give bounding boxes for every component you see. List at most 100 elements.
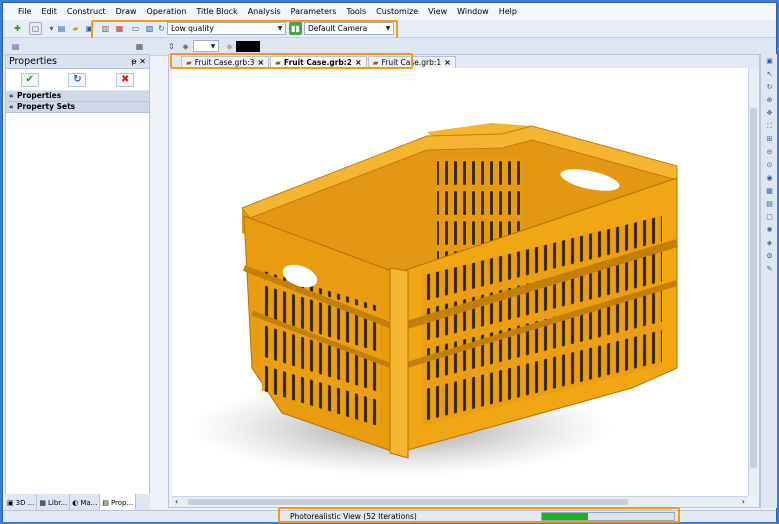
vertical-scrollbar[interactable]	[748, 68, 758, 496]
menu-operation[interactable]: Operation	[142, 7, 192, 16]
pin-close-icon[interactable]: ᵽ ✕	[131, 55, 146, 69]
properties-panel: Properties ᵽ ✕ ✔ ↻ ✖ «Properties «Proper…	[5, 54, 150, 511]
menu-customize[interactable]: Customize	[371, 7, 423, 16]
panel-title: Properties ᵽ ✕	[6, 55, 149, 69]
color-swatch[interactable]	[236, 41, 260, 52]
panel-title-text: Properties	[9, 56, 58, 67]
window-icon[interactable]: ▭	[129, 22, 142, 35]
scroll-thumb[interactable]	[750, 108, 757, 468]
layers-icon[interactable]: ▤	[763, 198, 776, 210]
main-toolbar: ✚ ▢ ▾ ▤ ▰ ▣ ▥ ▦ ▭ ▨ ↻ Low quality ▼ ▮▮ D…	[3, 20, 776, 38]
tools-icon[interactable]: ✎	[763, 263, 776, 275]
close-icon: ✖	[120, 74, 130, 85]
materials-icon: ◐	[72, 498, 79, 507]
doc-tab-1[interactable]: ▰ Fruit Case.grb:1 ×	[367, 56, 456, 68]
camera-select[interactable]: Default Camera ▼	[304, 22, 394, 35]
doc-tab-2[interactable]: ▰ Fruit Case.grb:2 ×	[270, 56, 367, 68]
save-icon[interactable]: ▣	[83, 22, 96, 35]
menu-file[interactable]: File	[13, 7, 36, 16]
pin-icon[interactable]: ▤	[9, 40, 22, 53]
menu-parameters[interactable]: Parameters	[286, 7, 342, 16]
pan-icon[interactable]: ✥	[763, 107, 776, 119]
rotate-icon[interactable]: ↻	[763, 81, 776, 93]
menu-view[interactable]: View	[423, 7, 452, 16]
status-bar: Photorealistic View (52 Iterations)	[3, 510, 776, 522]
section-property-sets[interactable]: «Property Sets	[6, 102, 149, 113]
grid-icon[interactable]: ▦	[763, 185, 776, 197]
section-label: Property Sets	[17, 102, 76, 111]
settings-icon[interactable]: ⚙	[763, 250, 776, 262]
fruit-crate-render	[192, 123, 679, 476]
chevron-left-icon[interactable]: ‹	[175, 497, 178, 506]
scroll-thumb[interactable]	[188, 499, 628, 505]
menu-edit[interactable]: Edit	[36, 7, 62, 16]
pen-icon[interactable]: ◆	[223, 40, 236, 53]
material-icon[interactable]: ◈	[763, 237, 776, 249]
horizontal-scrollbar[interactable]: ‹ ›	[172, 496, 748, 506]
tab-label: 3D ...	[15, 498, 35, 507]
menu-bar: File Edit Construct Draw Operation Title…	[3, 3, 776, 20]
line-width-select[interactable]: ▼	[193, 40, 219, 52]
doc-tab-label: Fruit Case.grb:3	[194, 58, 255, 67]
fit-icon[interactable]: ⛶	[763, 120, 776, 132]
zoom-icon[interactable]: ⊙	[763, 159, 776, 171]
menu-construct[interactable]: Construct	[62, 7, 111, 16]
chevron-down-icon: ▼	[277, 25, 283, 32]
3d-viewport[interactable]	[172, 68, 748, 496]
select-icon[interactable]: ↖	[763, 68, 776, 80]
app-window: File Edit Construct Draw Operation Title…	[2, 2, 777, 523]
open-folder-icon[interactable]: ▰	[69, 22, 82, 35]
chevron-up-icon: «	[9, 92, 14, 100]
camera-icon[interactable]: ▮▮	[289, 22, 302, 35]
view-icon[interactable]: ▣	[763, 55, 776, 67]
zoom-window-icon[interactable]: ⊞	[763, 133, 776, 145]
menu-window[interactable]: Window	[452, 7, 494, 16]
crate-icon: ▰	[372, 58, 379, 67]
close-icon[interactable]: ×	[355, 58, 362, 67]
document-area: ▰ Fruit Case.grb:3 × ▰ Fruit Case.grb:2 × ▰ F…	[168, 54, 760, 508]
chevron-down-icon: ▼	[385, 25, 391, 32]
cancel-button[interactable]: ✖	[116, 72, 135, 87]
refresh-button[interactable]: ↻	[68, 72, 87, 87]
doc-tab-label: Fruit Case.grb:2	[283, 58, 352, 67]
section-label: Properties	[17, 91, 62, 100]
zoom-in-icon[interactable]: ⊕	[763, 94, 776, 106]
refresh-icon: ↻	[73, 74, 82, 85]
arrows-icon[interactable]: ✚	[11, 22, 24, 35]
menu-title-block[interactable]: Title Block	[191, 7, 242, 16]
close-icon[interactable]: ×	[444, 58, 451, 67]
panel-buttons: ✔ ↻ ✖	[6, 69, 149, 91]
close-icon[interactable]: ×	[257, 58, 264, 67]
render-progress-bar	[541, 512, 675, 521]
tab-3d[interactable]: ▣ 3D ...	[5, 494, 38, 511]
layer-icon[interactable]: ◈	[179, 40, 192, 53]
apply-button[interactable]: ✔	[20, 72, 39, 87]
template-icon[interactable]: ▤	[55, 22, 68, 35]
zoom-out-icon[interactable]: ⊖	[763, 146, 776, 158]
tab-properties[interactable]: ▤ Prop...	[100, 494, 137, 511]
menu-draw[interactable]: Draw	[111, 7, 142, 16]
camera-select-value: Default Camera	[308, 24, 368, 33]
camera-icon[interactable]: ▢	[763, 211, 776, 223]
light-icon[interactable]: ✺	[763, 224, 776, 236]
quality-select[interactable]: Low quality ▼	[167, 22, 286, 35]
render-icon[interactable]: ◉	[763, 172, 776, 184]
menu-help[interactable]: Help	[494, 7, 522, 16]
quality-select-value: Low quality	[171, 24, 214, 33]
section-properties[interactable]: «Properties	[6, 91, 149, 102]
crate-icon: ▰	[275, 58, 281, 67]
doc-tab-3[interactable]: ▰ Fruit Case.grb:3 ×	[181, 56, 270, 68]
menu-tools[interactable]: Tools	[341, 7, 371, 16]
print-icon[interactable]: ▥	[99, 22, 112, 35]
new-document-icon[interactable]: ▢	[29, 22, 42, 35]
3d-icon: ▣	[7, 498, 14, 507]
spin-icon[interactable]: ⇕	[165, 40, 178, 53]
tab-label: Prop...	[110, 498, 134, 507]
chevron-right-icon[interactable]: ›	[742, 497, 745, 506]
tab-materials[interactable]: ◐ Ma...	[70, 494, 101, 511]
panel-menu-icon[interactable]: ▦	[133, 40, 146, 53]
tab-label: Ma...	[80, 498, 98, 507]
tab-library[interactable]: ▦ Libr...	[37, 494, 71, 511]
menu-analysis[interactable]: Analysis	[243, 7, 286, 16]
render-icon[interactable]: ▦	[113, 22, 126, 35]
